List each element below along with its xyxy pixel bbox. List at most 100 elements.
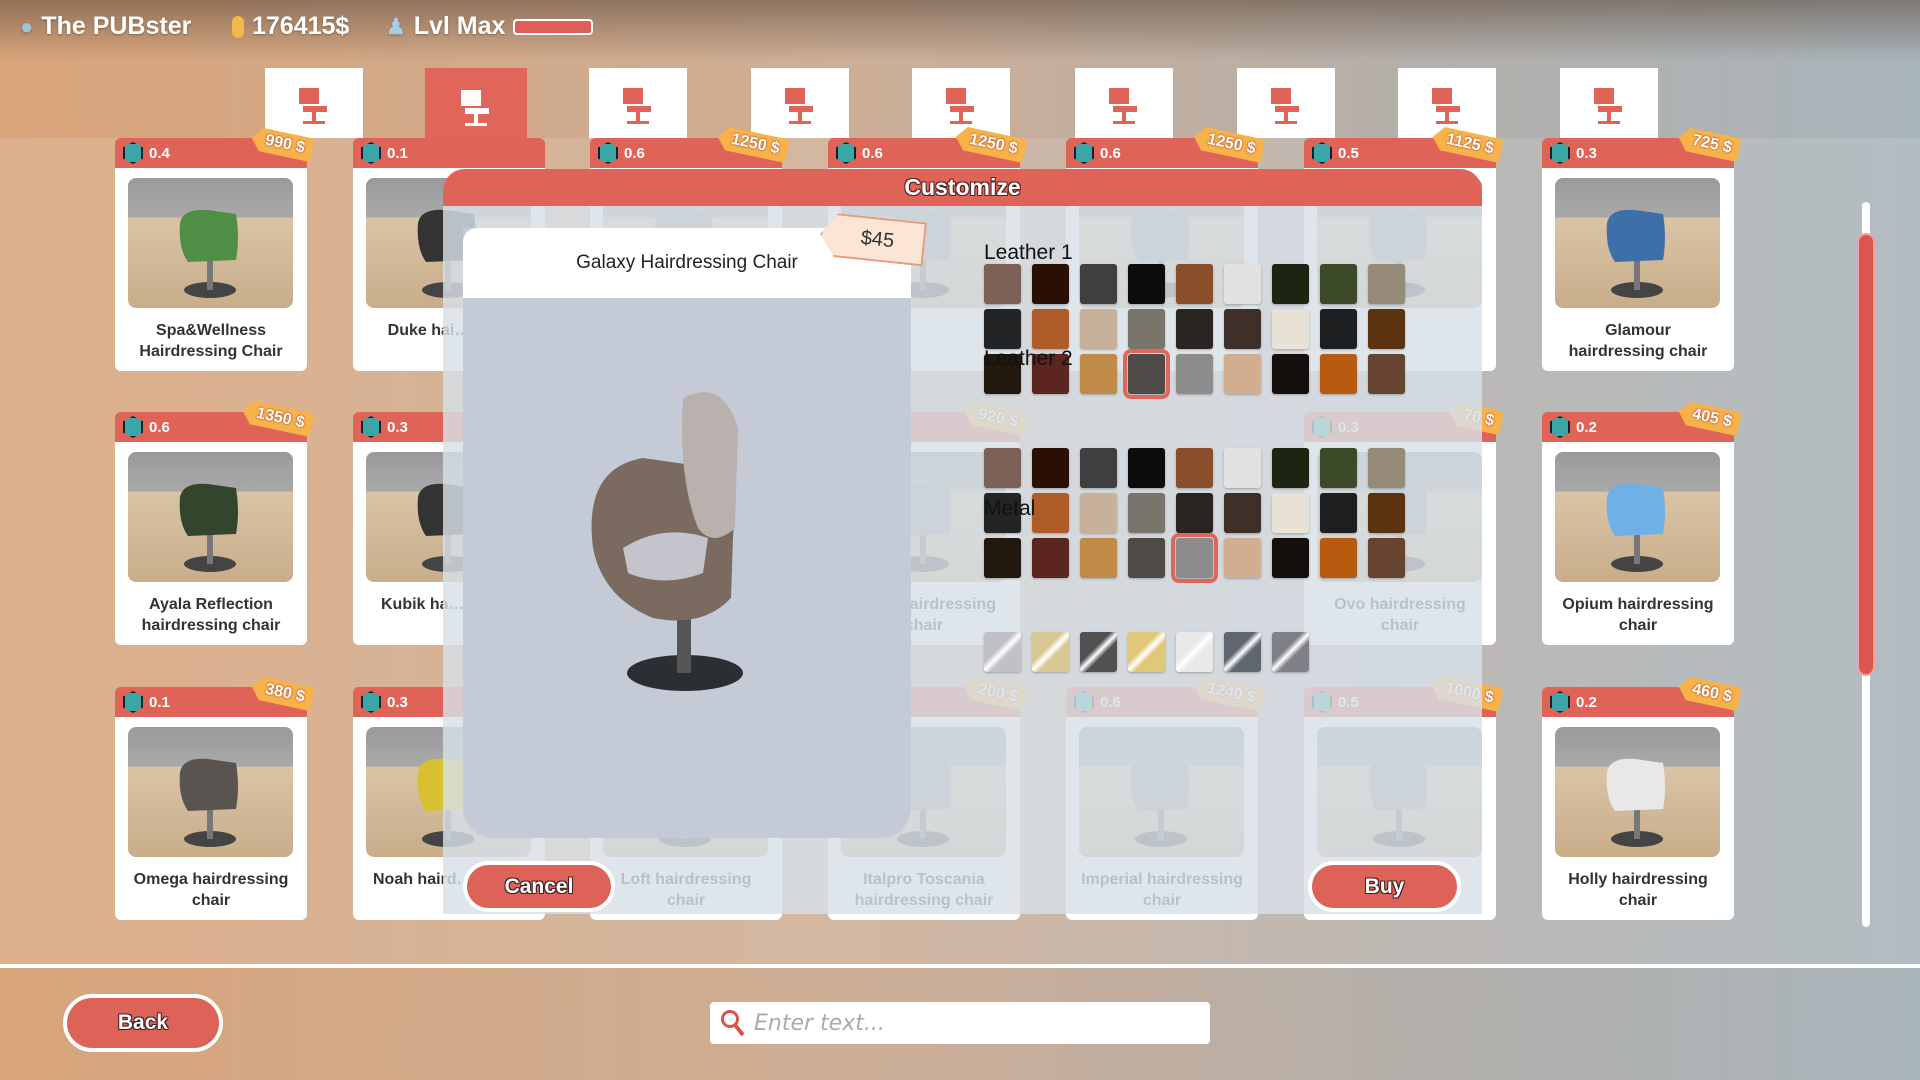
color-swatch[interactable]: [984, 538, 1021, 578]
color-swatch[interactable]: [1224, 264, 1261, 304]
tab-plant[interactable]: [1237, 68, 1335, 138]
color-swatch[interactable]: [1032, 493, 1069, 533]
color-swatch[interactable]: [1080, 354, 1117, 394]
back-button[interactable]: Back: [63, 994, 223, 1052]
color-swatch[interactable]: [1320, 538, 1357, 578]
gem-icon: [361, 142, 381, 164]
color-swatch[interactable]: [1128, 538, 1165, 578]
color-swatch[interactable]: [1171, 533, 1218, 583]
color-swatch[interactable]: [1272, 309, 1309, 349]
color-swatch[interactable]: [1272, 264, 1309, 304]
color-swatch[interactable]: [1272, 632, 1309, 672]
color-swatch[interactable]: [1272, 354, 1309, 394]
color-swatch[interactable]: [1080, 309, 1117, 349]
rating: 0.2: [1576, 418, 1597, 436]
color-swatch[interactable]: [1272, 538, 1309, 578]
top-bar: ● The PUBster 176415$ ♟ Lvl Max: [0, 0, 1920, 60]
color-swatch[interactable]: [1032, 264, 1069, 304]
product-card[interactable]: 0.2 405 $ Opium hairdressing chair: [1542, 412, 1734, 645]
color-swatch[interactable]: [1320, 354, 1357, 394]
section-label: Metal: [984, 497, 1036, 520]
color-swatch[interactable]: [1224, 493, 1261, 533]
color-swatch[interactable]: [1080, 493, 1117, 533]
chair-thumbnail: [1555, 452, 1720, 582]
price-tag: 1350 $: [240, 399, 314, 437]
color-swatch[interactable]: [1080, 632, 1117, 672]
color-swatch[interactable]: [1176, 493, 1213, 533]
dialog-title: Customize: [443, 169, 1482, 206]
armchair-icon: [623, 88, 651, 124]
color-swatch[interactable]: [984, 309, 1021, 349]
color-swatch[interactable]: [1128, 448, 1165, 488]
item-preview[interactable]: Galaxy Hairdressing Chair: [463, 228, 911, 838]
rating: 0.3: [387, 693, 408, 711]
armchair-icon: [1594, 88, 1622, 124]
color-swatch[interactable]: [1176, 632, 1213, 672]
product-card[interactable]: 0.2 460 $ Holly hairdressing chair: [1542, 687, 1734, 920]
color-swatch[interactable]: [1032, 309, 1069, 349]
color-swatch[interactable]: [1320, 493, 1357, 533]
color-swatch[interactable]: [1368, 309, 1405, 349]
color-swatch[interactable]: [1320, 448, 1357, 488]
color-swatch[interactable]: [1176, 354, 1213, 394]
tab-armchair[interactable]: [1560, 68, 1658, 138]
color-swatch[interactable]: [984, 264, 1021, 304]
color-swatch[interactable]: [1176, 264, 1213, 304]
color-swatch[interactable]: [1032, 632, 1069, 672]
buy-button[interactable]: Buy: [1308, 861, 1461, 912]
color-swatch[interactable]: [1080, 538, 1117, 578]
color-swatch[interactable]: [984, 632, 1021, 672]
level-progress-bar: [513, 19, 593, 35]
color-swatch[interactable]: [1224, 538, 1261, 578]
rating: 0.6: [862, 144, 883, 162]
color-swatch[interactable]: [1224, 354, 1261, 394]
color-swatch[interactable]: [1224, 632, 1261, 672]
color-swatch[interactable]: [1128, 309, 1165, 349]
scrollbar-thumb[interactable]: [1857, 233, 1875, 676]
card-header: 0.1 380 $: [115, 687, 307, 717]
windows-icon: [299, 88, 327, 124]
card-header: 0.4 990 $: [115, 138, 307, 168]
search-input[interactable]: [754, 1010, 1194, 1036]
color-swatch[interactable]: [1032, 448, 1069, 488]
color-swatch[interactable]: [1368, 448, 1405, 488]
color-swatch[interactable]: [1368, 264, 1405, 304]
price-tag: 380 $: [249, 675, 315, 711]
color-swatch[interactable]: [1032, 538, 1069, 578]
card-header: 0.6 1250 $: [590, 138, 782, 168]
color-swatch[interactable]: [1224, 448, 1261, 488]
color-swatch[interactable]: [1368, 354, 1405, 394]
color-swatch[interactable]: [1123, 349, 1170, 399]
product-card[interactable]: 0.3 725 $ Glamour hairdressing chair: [1542, 138, 1734, 371]
product-name: Spa&Wellness Hairdressing Chair: [139, 322, 283, 360]
product-card[interactable]: 0.1 380 $ Omega hairdressing chair: [115, 687, 307, 920]
color-swatch[interactable]: [1272, 493, 1309, 533]
color-swatch[interactable]: [1128, 493, 1165, 533]
color-swatch[interactable]: [1320, 264, 1357, 304]
tab-wash-chair[interactable]: [1075, 68, 1173, 138]
customize-dialog: Customize Galaxy Hairdressing Chair $45 …: [443, 169, 1482, 914]
cancel-button[interactable]: Cancel: [463, 861, 615, 912]
color-swatch[interactable]: [1128, 632, 1165, 672]
tab-spray-bottle[interactable]: [751, 68, 849, 138]
scrollbar[interactable]: [1857, 202, 1875, 927]
color-swatch[interactable]: [1176, 309, 1213, 349]
color-swatch[interactable]: [1368, 538, 1405, 578]
color-swatch[interactable]: [1080, 448, 1117, 488]
tab-armchair[interactable]: [589, 68, 687, 138]
tab-mirror-station[interactable]: [912, 68, 1010, 138]
wash-chair-icon: [1109, 88, 1137, 124]
color-swatch[interactable]: [1272, 448, 1309, 488]
color-swatch[interactable]: [1224, 309, 1261, 349]
color-swatch[interactable]: [1320, 309, 1357, 349]
color-swatch[interactable]: [984, 448, 1021, 488]
product-card[interactable]: 0.4 990 $ Spa&Wellness Hairdressing Chai…: [115, 138, 307, 371]
tab-windows[interactable]: [265, 68, 363, 138]
color-swatch[interactable]: [1176, 448, 1213, 488]
color-swatch[interactable]: [1368, 493, 1405, 533]
color-swatch[interactable]: [1080, 264, 1117, 304]
search-box[interactable]: [710, 1002, 1210, 1044]
product-card[interactable]: 0.6 1350 $ Ayala Reflection hairdressing…: [115, 412, 307, 645]
color-swatch[interactable]: [1128, 264, 1165, 304]
gem-icon: [1550, 142, 1570, 164]
